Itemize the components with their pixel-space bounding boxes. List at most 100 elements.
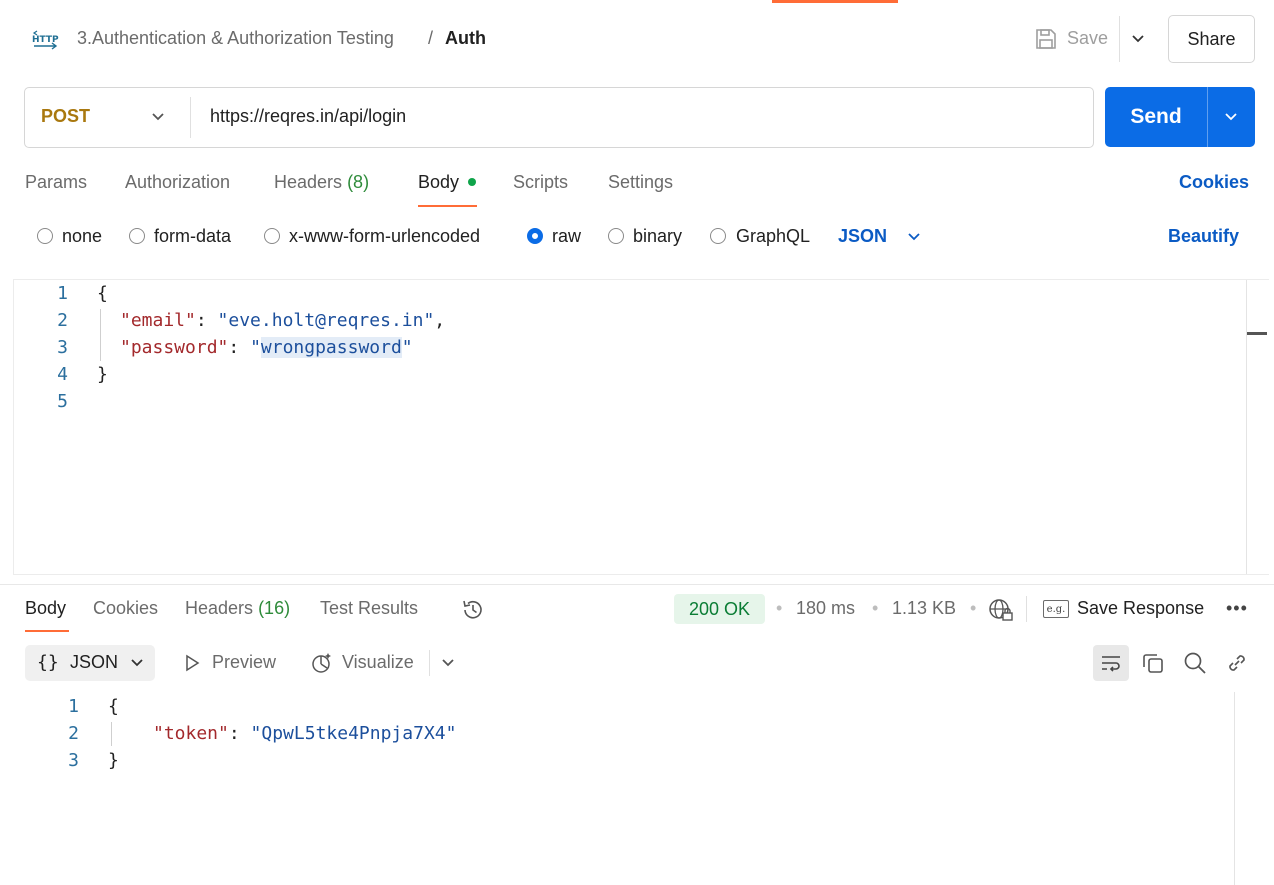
wrap-lines-icon[interactable] [1099, 651, 1123, 675]
line-number: 1 [57, 283, 68, 304]
json-value: "QpwL5tke4Pnpja7X4" [250, 723, 457, 744]
radio-label-form-data[interactable]: form-data [154, 226, 231, 247]
send-divider [1207, 87, 1208, 147]
chevron-down-icon[interactable] [1129, 30, 1147, 48]
json-value: "eve.holt@reqres.in" [217, 310, 435, 331]
response-scrollbar[interactable] [1234, 692, 1235, 885]
line-number: 2 [57, 310, 68, 331]
response-format-label[interactable]: JSON [70, 652, 118, 673]
http-icon: HTTP [32, 30, 59, 50]
globe-lock-icon[interactable] [988, 597, 1014, 623]
code-line: "email": "eve.holt@reqres.in", [120, 310, 446, 331]
save-icon[interactable] [1034, 27, 1058, 51]
visualize-icon[interactable] [309, 651, 333, 675]
response-tab-underline [25, 630, 69, 632]
radio-none[interactable] [37, 228, 53, 244]
url-divider [190, 97, 191, 138]
radio-label-graphql[interactable]: GraphQL [736, 226, 810, 247]
code-line: } [108, 750, 119, 771]
response-tab-body[interactable]: Body [25, 598, 66, 619]
beautify-button[interactable]: Beautify [1168, 226, 1239, 247]
json-value-selected: wrongpassword [260, 337, 402, 358]
save-response-button[interactable]: Save Response [1077, 598, 1204, 619]
radio-label-binary[interactable]: binary [633, 226, 682, 247]
response-tab-cookies[interactable]: Cookies [93, 598, 158, 619]
history-icon[interactable] [460, 597, 486, 623]
body-indicator-dot [468, 178, 476, 186]
response-tab-headers[interactable]: Headers (16) [185, 598, 290, 619]
response-tab-headers-count: (16) [258, 598, 291, 618]
tab-headers[interactable]: Headers (8) [274, 172, 369, 193]
tab-scripts[interactable]: Scripts [513, 172, 568, 193]
send-button[interactable]: Send [1105, 87, 1207, 147]
tab-body[interactable]: Body [418, 172, 459, 193]
line-number: 1 [68, 696, 79, 717]
url-input[interactable] [210, 106, 1070, 127]
indent-guide [111, 722, 112, 746]
tab-authorization[interactable]: Authorization [125, 172, 230, 193]
raw-format-select[interactable]: JSON [838, 226, 887, 247]
tab-headers-count: (8) [347, 172, 370, 192]
save-divider [1119, 16, 1120, 62]
response-time[interactable]: 180 ms [796, 598, 855, 619]
breadcrumb-collection[interactable]: 3.Authentication & Authorization Testing [77, 28, 394, 49]
method-select[interactable]: POST [41, 106, 90, 127]
radio-binary[interactable] [608, 228, 624, 244]
chevron-down-icon[interactable] [149, 108, 167, 126]
code-line: } [97, 364, 108, 385]
radio-raw[interactable] [527, 228, 543, 244]
line-number: 3 [57, 337, 68, 358]
link-icon[interactable] [1225, 651, 1249, 675]
code-line: "password": "wrongpassword" [120, 337, 413, 358]
json-key: "email" [120, 310, 196, 331]
chevron-down-icon[interactable] [905, 228, 923, 246]
save-button[interactable]: Save [1067, 28, 1108, 49]
chevron-down-icon[interactable] [1222, 108, 1240, 126]
visualize-button[interactable]: Visualize [342, 652, 414, 673]
meta-separator: • [776, 598, 783, 618]
braces-icon: {} [37, 652, 59, 673]
editor-scroll-thumb[interactable] [1247, 332, 1267, 335]
meta-divider [1026, 596, 1027, 622]
editor-scrollbar[interactable] [1246, 280, 1247, 574]
response-tab-headers-label: Headers [185, 598, 254, 618]
example-icon[interactable]: e.g. [1043, 600, 1069, 618]
line-number: 2 [68, 723, 79, 744]
toolbar-divider [429, 650, 430, 676]
status-badge[interactable]: 200 OK [674, 594, 765, 624]
chevron-down-icon[interactable] [439, 654, 457, 672]
response-tab-test-results[interactable]: Test Results [320, 598, 418, 619]
line-number: 3 [68, 750, 79, 771]
copy-icon[interactable] [1141, 651, 1165, 675]
active-tab-accent [772, 0, 898, 3]
response-size[interactable]: 1.13 KB [892, 598, 956, 619]
cookies-link[interactable]: Cookies [1179, 172, 1249, 193]
radio-label-urlencoded[interactable]: x-www-form-urlencoded [289, 226, 480, 247]
line-number: 5 [57, 391, 68, 412]
radio-label-none[interactable]: none [62, 226, 102, 247]
meta-separator: • [872, 598, 879, 618]
search-icon[interactable] [1183, 651, 1207, 675]
tab-settings[interactable]: Settings [608, 172, 673, 193]
play-icon[interactable] [183, 654, 201, 672]
radio-urlencoded[interactable] [264, 228, 280, 244]
chevron-down-icon[interactable] [128, 654, 146, 672]
active-tab-underline [418, 205, 477, 207]
line-number: 4 [57, 364, 68, 385]
svg-text:HTTP: HTTP [32, 35, 59, 45]
request-title[interactable]: Auth [445, 28, 486, 49]
radio-graphql[interactable] [710, 228, 726, 244]
indent-guide [100, 309, 101, 361]
radio-label-raw[interactable]: raw [552, 226, 581, 247]
tab-params[interactable]: Params [25, 172, 87, 193]
tab-headers-label: Headers [274, 172, 343, 192]
radio-form-data[interactable] [129, 228, 145, 244]
json-quote: " [250, 337, 261, 358]
more-icon[interactable]: ••• [1226, 598, 1248, 619]
response-divider[interactable] [0, 584, 1274, 585]
json-key: "password" [120, 337, 229, 358]
share-button[interactable]: Share [1168, 15, 1255, 63]
json-key: "token" [153, 723, 229, 744]
code-line: { [97, 283, 108, 304]
preview-button[interactable]: Preview [212, 652, 276, 673]
